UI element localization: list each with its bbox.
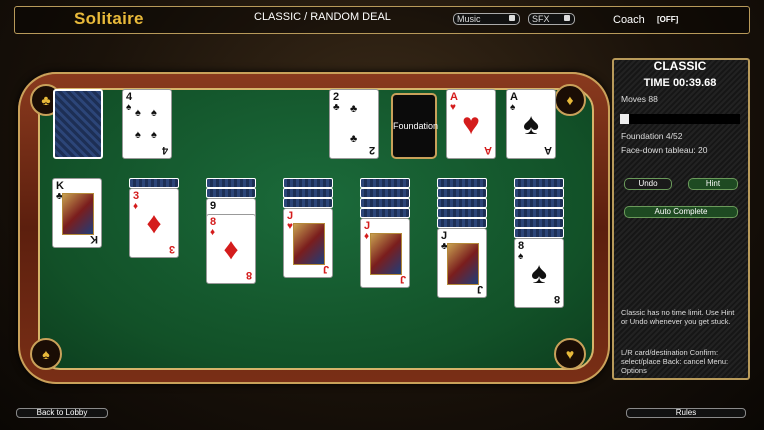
suit-center-icon: ♦ <box>223 233 239 266</box>
back-to-lobby-button[interactable]: Back to Lobby <box>16 408 108 418</box>
heart-center-icon: ♥ <box>462 108 480 141</box>
facedown-card <box>437 178 487 188</box>
foundation-1-rank-bottom: 2 <box>368 144 375 156</box>
card-rank-bottom: J <box>322 263 329 275</box>
facedown-card <box>206 188 256 198</box>
moves-counter: Moves 88 <box>621 94 658 104</box>
facedown-card <box>514 228 564 238</box>
app-title: Solitaire <box>74 9 144 28</box>
auto-complete-button[interactable]: Auto Complete <box>624 206 738 218</box>
panel-mode: CLASSIC <box>653 59 707 73</box>
hint-button[interactable]: Hint <box>688 178 738 190</box>
card-suit: ♦ <box>364 231 370 242</box>
spade-pip-icon: ♠ <box>151 107 157 119</box>
facedown-card <box>437 218 487 228</box>
rules-button[interactable]: Rules <box>626 408 746 418</box>
tableau-card-3[interactable]: 8 ♦ ♦ 8 <box>206 214 256 284</box>
facedown-count: Face-down tableau: 20 <box>621 145 708 155</box>
spade-center-icon: ♠ <box>523 108 539 141</box>
facedown-card <box>283 198 333 208</box>
facedown-card <box>437 198 487 208</box>
stock-pile[interactable] <box>53 89 103 159</box>
facedown-card <box>514 218 564 228</box>
foundation-1[interactable]: 2 ♣ ♣ ♣ 2 <box>329 89 379 159</box>
progress-bar <box>620 114 740 124</box>
sfx-knob <box>564 15 570 21</box>
card-rank-bottom: J <box>476 283 483 295</box>
card-rank-bottom: J <box>399 273 406 285</box>
sfx-toggle[interactable]: SFX <box>528 13 575 25</box>
foundation-count: Foundation 4/52 <box>621 131 683 141</box>
facedown-card <box>514 198 564 208</box>
spade-pip-icon: ♠ <box>135 129 141 141</box>
coach-label[interactable]: Coach <box>613 14 645 26</box>
facedown-card <box>206 178 256 188</box>
facedown-card <box>129 178 179 188</box>
spade-pip-icon: ♠ <box>135 107 141 119</box>
foundation-3[interactable]: A ♥ ♥ A <box>446 89 496 159</box>
music-label: Music <box>457 14 481 24</box>
coach-state[interactable]: [OFF] <box>657 15 678 24</box>
progress-fill <box>620 114 630 124</box>
tableau-card-6[interactable]: J ♣ J <box>437 228 487 298</box>
face-card-art <box>370 233 402 275</box>
facedown-card <box>283 178 333 188</box>
facedown-card <box>437 188 487 198</box>
panel-timer: TIME 00:39.68 <box>643 77 717 89</box>
card-rank-bottom: 3 <box>168 243 175 255</box>
tableau-card-4[interactable]: J ♥ J <box>283 208 333 278</box>
music-toggle[interactable]: Music <box>453 13 520 25</box>
side-panel <box>612 58 750 380</box>
waste-suit: ♠ <box>126 102 132 113</box>
card-rank-bottom: K <box>90 233 98 245</box>
controls-help: L/R card/destination Confirm: select/pla… <box>621 348 729 375</box>
facedown-card <box>360 188 410 198</box>
suit-center-icon: ♦ <box>146 207 162 240</box>
foundation-3-rank-bottom: A <box>484 144 492 156</box>
tableau-card-1[interactable]: K ♣ K <box>52 178 102 248</box>
facedown-card <box>514 178 564 188</box>
card-rank-bottom: 8 <box>245 269 252 281</box>
facedown-card <box>514 208 564 218</box>
club-pip-icon: ♣ <box>350 103 358 115</box>
tableau-card-2[interactable]: 3 ♦ ♦ 3 <box>129 188 179 258</box>
facedown-card <box>437 208 487 218</box>
tableau-card-7[interactable]: 8 ♠ ♠ 8 <box>514 238 564 308</box>
foundation-1-suit: ♣ <box>333 102 340 113</box>
facedown-card <box>360 178 410 188</box>
spade-pip-icon: ♠ <box>151 129 157 141</box>
card-rank-bottom: 8 <box>553 293 560 305</box>
face-card-art <box>293 223 325 265</box>
undo-button[interactable]: Undo <box>624 178 672 190</box>
face-card-art <box>62 193 94 235</box>
hint-message: Classic has no time limit. Use Hint or U… <box>621 308 735 326</box>
facedown-card <box>360 208 410 218</box>
facedown-card <box>283 188 333 198</box>
music-knob <box>509 15 515 21</box>
facedown-card <box>514 188 564 198</box>
club-pip-icon: ♣ <box>350 133 358 145</box>
foundation-4[interactable]: A ♠ ♠ A <box>506 89 556 159</box>
diamond-corner-icon: ♦ <box>554 84 586 116</box>
face-card-art <box>447 243 479 285</box>
mode-label: CLASSIC / RANDOM DEAL <box>254 11 391 23</box>
heart-corner-icon: ♥ <box>554 338 586 370</box>
facedown-card <box>360 198 410 208</box>
card-rank: 9 <box>210 200 217 212</box>
spade-corner-icon: ♠ <box>30 338 62 370</box>
waste-card[interactable]: 4 ♠ ♠ ♠ ♠ ♠ 4 <box>122 89 172 159</box>
foundation-4-rank-bottom: A <box>544 144 552 156</box>
waste-rank-bottom: 4 <box>161 144 168 156</box>
sfx-label: SFX <box>532 14 550 24</box>
foundation-2-empty[interactable]: Foundation <box>391 93 438 159</box>
suit-center-icon: ♠ <box>531 257 547 290</box>
tableau-card-5[interactable]: J ♦ J <box>360 218 410 288</box>
